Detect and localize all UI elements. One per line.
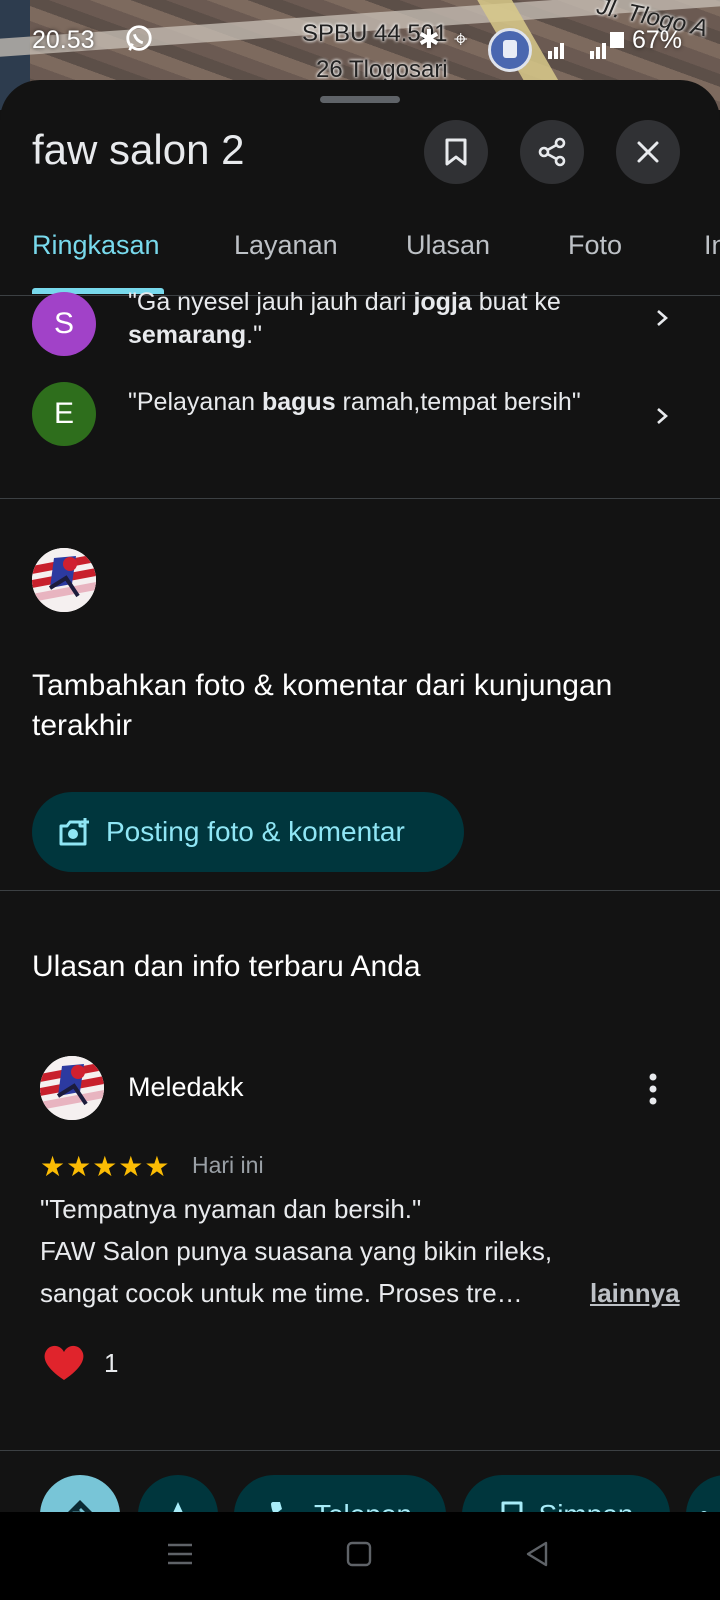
start-navigation-button[interactable] bbox=[138, 1475, 218, 1512]
location-icon: ⌖ bbox=[454, 26, 468, 53]
divider bbox=[0, 498, 720, 499]
save-place-button[interactable] bbox=[424, 120, 488, 184]
phone-icon bbox=[270, 1502, 282, 1512]
action-bar: Telepon Simpan bbox=[0, 1450, 720, 1512]
review-date: Hari ini bbox=[192, 1152, 264, 1178]
battery-level: 67% bbox=[632, 26, 683, 54]
home-icon[interactable] bbox=[346, 1540, 372, 1568]
reviewer-avatar[interactable] bbox=[40, 1056, 104, 1120]
review-snippet[interactable]: E "Pelayanan bagus ramah,tempat bersih" bbox=[0, 382, 720, 482]
system-navigation-bar bbox=[0, 1512, 720, 1600]
navigation-arrow-icon bbox=[173, 1502, 183, 1512]
snippet-text: "Pelayanan bagus ramah,tempat bersih" bbox=[128, 388, 581, 416]
close-button[interactable] bbox=[616, 120, 680, 184]
snippet-text: "Ga nyesel jauh jauh dari jogja buat ke … bbox=[128, 288, 561, 349]
divider bbox=[0, 890, 720, 891]
drag-handle[interactable] bbox=[320, 96, 400, 103]
place-sheet: faw salon 2 Ringkasan Layanan Ulasan Fot… bbox=[0, 80, 720, 1512]
call-button[interactable]: Telepon bbox=[234, 1475, 446, 1512]
chevron-right-icon bbox=[657, 408, 668, 424]
tab-bar: Ringkasan Layanan Ulasan Foto In bbox=[0, 200, 720, 296]
directions-button[interactable] bbox=[40, 1475, 120, 1512]
save-label: Simpan bbox=[539, 1499, 634, 1512]
recent-reviews-title: Ulasan dan info terbaru Anda bbox=[32, 950, 421, 983]
share-icon bbox=[538, 137, 566, 167]
post-photo-review-button[interactable]: Posting foto & komentar bbox=[32, 792, 464, 872]
avatar: E bbox=[32, 382, 96, 446]
tab-layanan[interactable]: Layanan bbox=[234, 230, 338, 261]
bookmark-icon bbox=[501, 1501, 523, 1512]
chevron-right-icon bbox=[657, 310, 668, 326]
share-button[interactable] bbox=[520, 120, 584, 184]
bookmark-icon bbox=[445, 138, 467, 166]
tab-info[interactable]: In bbox=[704, 230, 720, 261]
whatsapp-icon bbox=[126, 25, 152, 51]
more-options-icon[interactable] bbox=[648, 1072, 658, 1106]
avatar: S bbox=[32, 292, 96, 356]
post-button-label: Posting foto & komentar bbox=[106, 816, 405, 847]
user-avatar bbox=[32, 548, 96, 612]
tab-ulasan[interactable]: Ulasan bbox=[406, 230, 490, 261]
save-button[interactable]: Simpan bbox=[462, 1475, 670, 1512]
status-time: 20.53 bbox=[32, 26, 95, 54]
read-more-link[interactable]: lainnya bbox=[590, 1272, 680, 1314]
reviewer-name[interactable]: Meledakk bbox=[128, 1072, 244, 1103]
tab-ringkasan[interactable]: Ringkasan bbox=[32, 230, 160, 261]
add-photo-icon bbox=[59, 818, 89, 846]
call-label: Telepon bbox=[314, 1499, 412, 1512]
heart-icon[interactable] bbox=[42, 1342, 86, 1382]
review-text[interactable]: "Tempatnya nyaman dan bersih." FAW Salon… bbox=[40, 1188, 680, 1314]
add-photo-heading: Tambahkan foto & komentar dari kunjungan… bbox=[32, 669, 613, 742]
recent-apps-icon[interactable] bbox=[166, 1542, 194, 1566]
share-action-button[interactable] bbox=[686, 1475, 720, 1512]
tab-foto[interactable]: Foto bbox=[568, 230, 622, 261]
battery-icon bbox=[610, 32, 624, 48]
directions-icon bbox=[68, 1500, 92, 1512]
review-snippet[interactable]: S "Ga nyesel jauh jauh dari jogja buat k… bbox=[0, 288, 720, 396]
star-rating: ★★★★★ bbox=[40, 1151, 171, 1182]
place-title: faw salon 2 bbox=[32, 126, 245, 173]
status-bar: 20.53 ✱ ⌖ 67% bbox=[0, 22, 720, 62]
bluetooth-icon: ✱ bbox=[418, 24, 440, 54]
like-count: 1 bbox=[104, 1348, 119, 1378]
signal-icon bbox=[548, 30, 608, 59]
close-icon bbox=[637, 141, 659, 163]
back-icon[interactable] bbox=[524, 1540, 550, 1568]
